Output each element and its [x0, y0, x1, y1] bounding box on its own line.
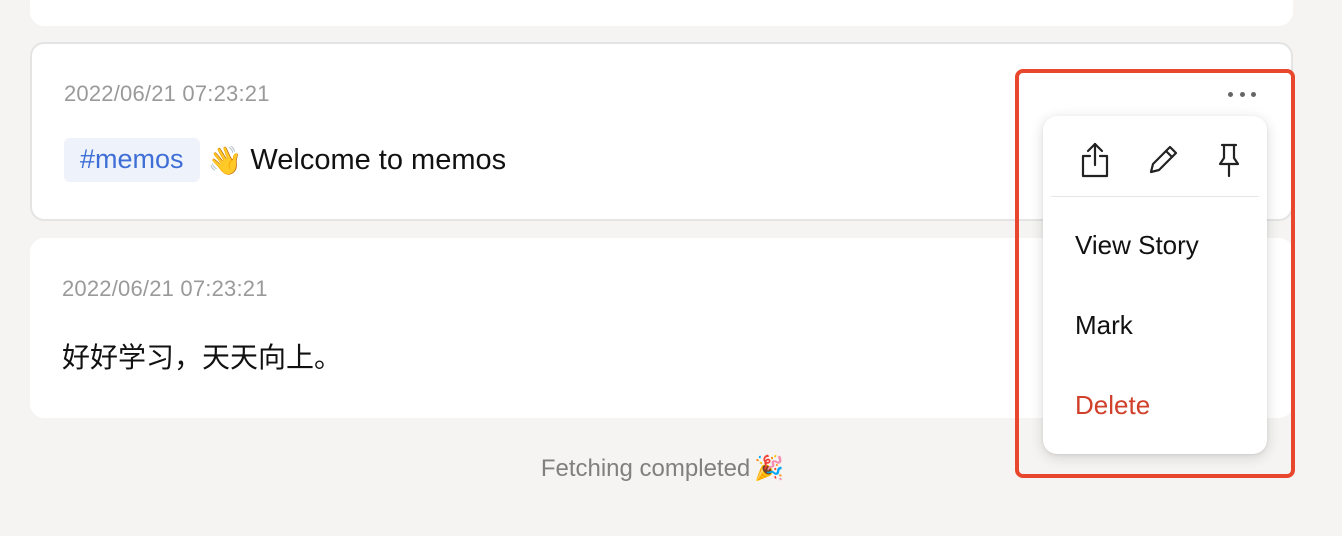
mark-menu-item[interactable]: Mark [1075, 310, 1133, 341]
memo-tag[interactable]: #memos [64, 138, 200, 182]
share-icon[interactable] [1077, 140, 1113, 180]
more-options-icon[interactable] [1228, 88, 1256, 100]
waving-hand-emoji: 👋 [207, 143, 243, 177]
party-popper-emoji: 🎉 [754, 454, 785, 482]
more-dot [1239, 91, 1245, 97]
memo-actions-menu: View Story Mark Delete [1043, 116, 1267, 454]
memo-timestamp: 2022/06/21 07:23:21 [64, 81, 270, 106]
menu-icon-row [1051, 116, 1259, 197]
fetch-status-text: Fetching completed [540, 455, 751, 482]
memo-text: 好好学习，天天向上。 [62, 341, 343, 374]
delete-menu-item[interactable]: Delete [1075, 390, 1150, 421]
more-dot [1251, 91, 1256, 97]
more-dot [1228, 91, 1233, 97]
memo-card-previous [30, 0, 1293, 26]
memo-text: Welcome to memos [250, 143, 507, 176]
memo-timestamp: 2022/06/21 07:23:21 [62, 276, 268, 301]
view-story-menu-item[interactable]: View Story [1075, 230, 1199, 261]
edit-icon[interactable] [1145, 140, 1181, 180]
pin-icon[interactable] [1211, 140, 1247, 180]
memo-content: 好好学习，天天向上。 [62, 336, 342, 376]
fetch-status: Fetching completed 🎉 [0, 454, 1325, 483]
memo-content: #memos 👋 Welcome to memos [64, 138, 506, 182]
